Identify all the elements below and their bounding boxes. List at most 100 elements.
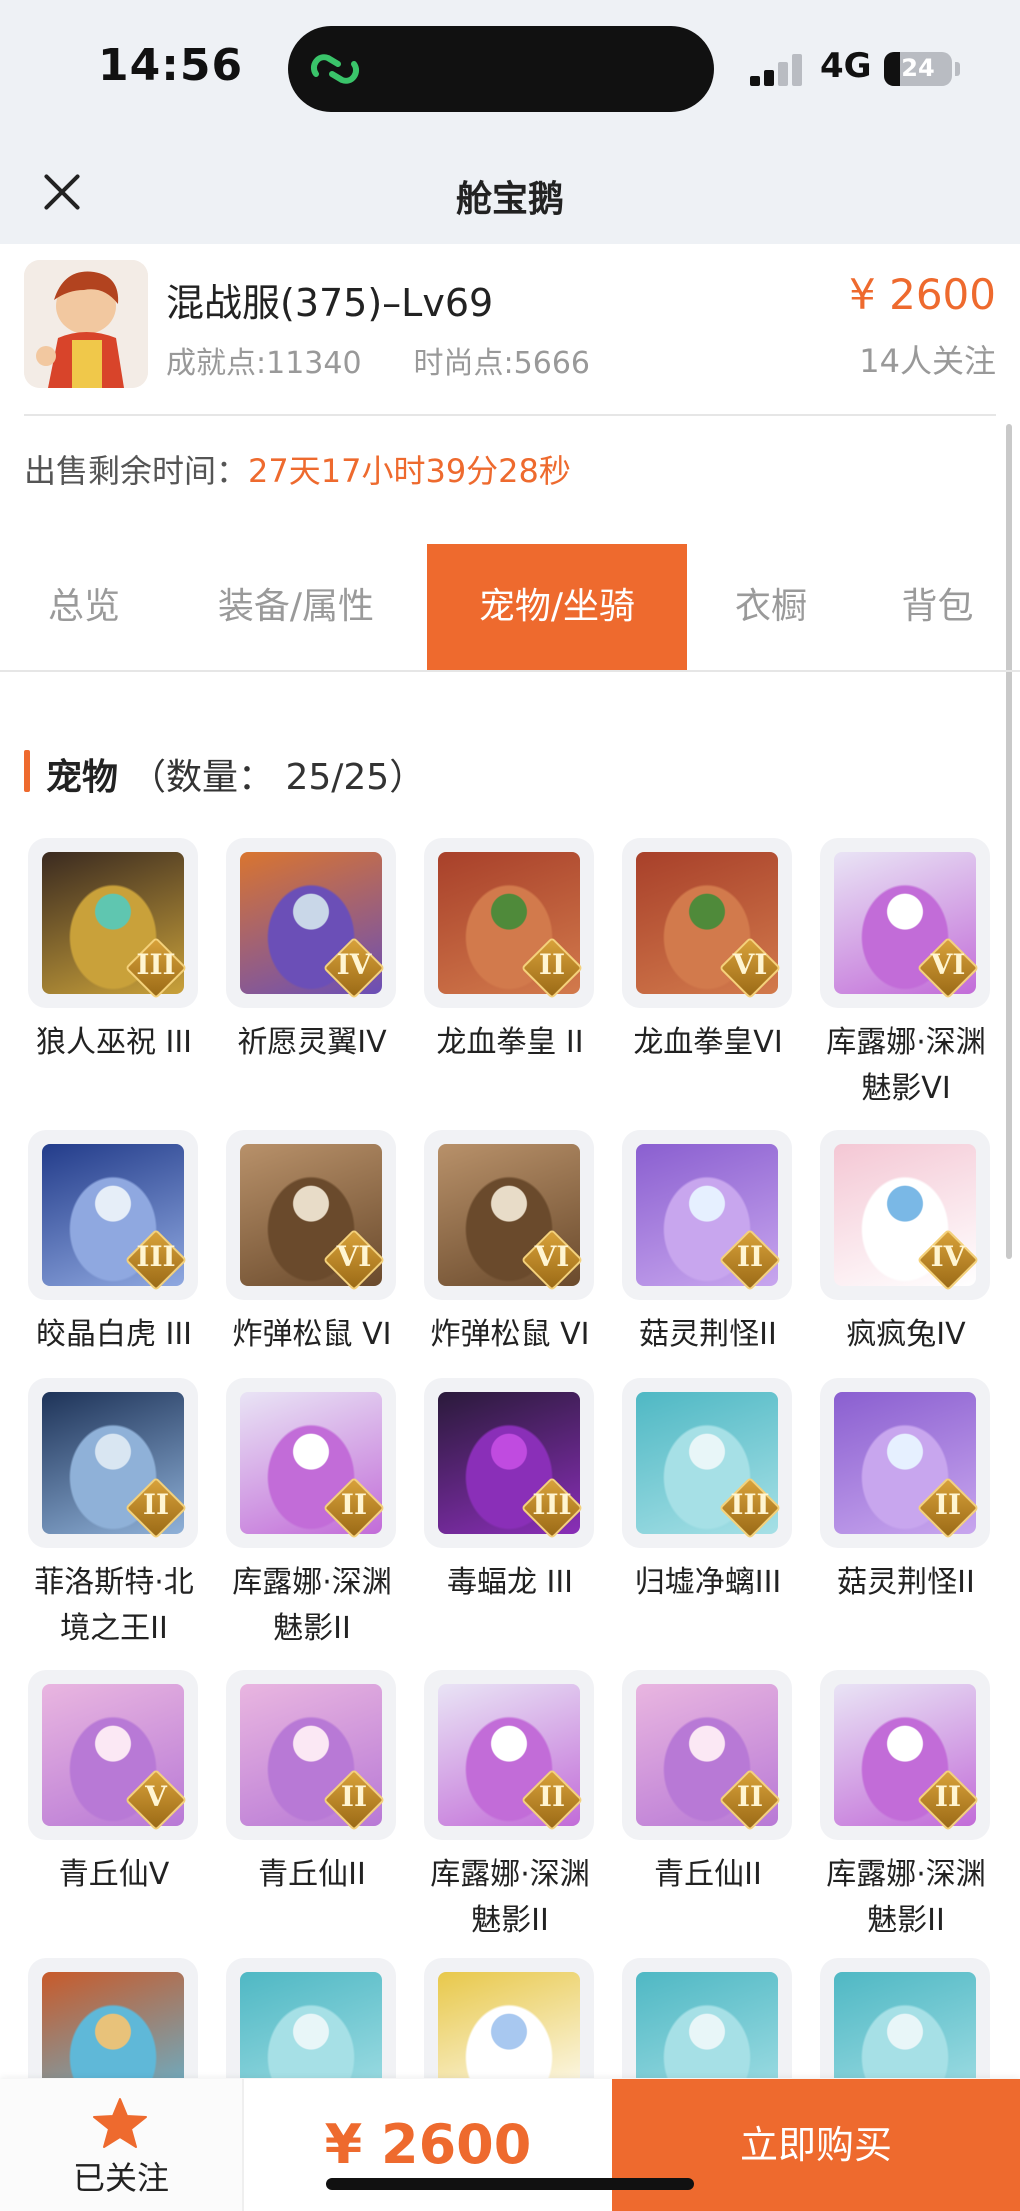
pet-card[interactable]: IV <box>820 1130 990 1300</box>
page-title: 舱宝鹅 <box>455 179 564 220</box>
rank-label: VI <box>534 1240 570 1273</box>
pet-card[interactable] <box>622 1958 792 2078</box>
rank-label: III <box>136 948 176 981</box>
pet-name: 青丘仙II <box>654 1857 762 1892</box>
pet-card[interactable] <box>226 1958 396 2078</box>
pet-card[interactable]: III <box>424 1378 594 1548</box>
pet-name: 狼人巫祝 III <box>35 1025 193 1060</box>
golden-crown-fairy-icon <box>438 1972 580 2078</box>
pet-card[interactable] <box>424 1958 594 2078</box>
sale-remaining-value: 27天17小时39分28秒 <box>248 452 571 490</box>
rank-badge-icon: III <box>718 1476 782 1540</box>
pet-card[interactable]: V <box>28 1670 198 1840</box>
dynamic-island <box>288 26 714 112</box>
pet-card[interactable]: II <box>622 1130 792 1300</box>
pet-name: 青丘仙II <box>258 1857 366 1892</box>
pet-name: 龙血拳皇 II <box>436 1025 584 1060</box>
follower-count: 14人关注 <box>859 342 996 380</box>
buy-now-button[interactable]: 立即购买 <box>612 2079 1020 2211</box>
rank-badge-icon: II <box>520 1768 584 1832</box>
fashion-points: 时尚点:5666 <box>413 346 591 381</box>
stats-line: 成就点:11340 时尚点:5666 <box>166 338 642 382</box>
pet-card[interactable]: II <box>424 838 594 1008</box>
pet-card[interactable]: VI <box>622 838 792 1008</box>
rank-label: VI <box>732 948 768 981</box>
rank-label: VI <box>930 948 966 981</box>
pet-card[interactable]: II <box>622 1670 792 1840</box>
network-type: 4G <box>820 46 872 86</box>
pet-name: 库露娜·深渊魅影II <box>826 1857 986 1938</box>
rank-badge-icon: II <box>718 1228 782 1292</box>
rank-label: II <box>340 1780 368 1813</box>
pet-card[interactable]: III <box>622 1378 792 1548</box>
void-pure-dragon-icon <box>636 1972 778 2078</box>
divider <box>24 414 996 416</box>
rank-label: II <box>142 1488 170 1521</box>
tab-equipment[interactable]: 装备/属性 <box>168 544 424 670</box>
bottom-bar: 已关注 ¥ 2600 立即购买 <box>0 2079 1020 2211</box>
rank-label: II <box>538 1780 566 1813</box>
product-header: 混战服(375)–Lv69 成就点:11340 时尚点:5666 ¥ 2600 1… <box>0 244 1020 416</box>
rank-label: II <box>934 1488 962 1521</box>
pet-card[interactable]: II <box>820 1378 990 1548</box>
section-count: （数量： 25/25） <box>130 757 426 798</box>
pet-card[interactable]: II <box>226 1378 396 1548</box>
sale-remaining-label: 出售剩余时间： <box>24 452 249 490</box>
rank-label: III <box>532 1488 572 1521</box>
rank-badge-icon: VI <box>916 936 980 1000</box>
rank-badge-icon: IV <box>322 936 386 1000</box>
pet-card[interactable]: IV <box>226 838 396 1008</box>
rank-badge-icon: V <box>124 1768 188 1832</box>
server-level: 混战服(375)–Lv69 <box>166 281 494 325</box>
pet-name: 龙血拳皇VI <box>633 1025 783 1060</box>
pet-card[interactable]: II <box>28 1378 198 1548</box>
rank-badge-icon: II <box>520 936 584 1000</box>
tab-overview[interactable]: 总览 <box>0 544 168 670</box>
rank-badge-icon: II <box>916 1476 980 1540</box>
section-title: 宠物 <box>46 757 119 798</box>
pet-card[interactable] <box>28 1958 198 2078</box>
pet-card[interactable]: II <box>424 1670 594 1840</box>
sale-remaining-time: 出售剩余时间：27天17小时39分28秒 <box>24 446 571 492</box>
pet-card[interactable]: II <box>820 1670 990 1840</box>
rank-badge-icon: II <box>124 1476 188 1540</box>
pet-card[interactable]: VI <box>226 1130 396 1300</box>
home-indicator <box>326 2178 694 2190</box>
link-icon <box>310 54 360 84</box>
rank-label: III <box>136 1240 176 1273</box>
pet-name: 炸弹松鼠 VI <box>430 1317 590 1352</box>
rank-label: II <box>934 1780 962 1813</box>
rank-badge-icon: II <box>916 1768 980 1832</box>
nav-header: 舱宝鹅 <box>0 140 1020 244</box>
rank-badge-icon: VI <box>520 1228 584 1292</box>
pet-name: 库露娜·深渊魅影II <box>232 1565 392 1646</box>
pet-card[interactable] <box>820 1958 990 2078</box>
bottom-price: ¥ 2600 <box>324 2113 532 2176</box>
section-accent-bar <box>24 750 30 792</box>
rank-label: II <box>538 948 566 981</box>
pet-grid: III 狼人巫祝 III IV 祈愿灵翼IV II 龙血拳皇 II VI 龙血拳皇VI VI 库露… <box>0 838 1020 2078</box>
tab-bar: 总览 装备/属性 宠物/坐骑 衣橱 背包 <box>0 544 1020 672</box>
signal-icon <box>750 52 806 86</box>
pet-card[interactable]: III <box>28 838 198 1008</box>
pet-card[interactable]: III <box>28 1130 198 1300</box>
pet-card[interactable]: VI <box>424 1130 594 1300</box>
pet-name: 皎晶白虎 III <box>35 1317 193 1352</box>
tab-backpack[interactable]: 背包 <box>855 544 1020 670</box>
status-bar: 14:56 4G 24 <box>0 0 1020 140</box>
follow-button[interactable]: 已关注 <box>0 2079 244 2211</box>
rank-label: III <box>730 1488 770 1521</box>
tab-pets-mounts[interactable]: 宠物/坐骑 <box>427 544 687 670</box>
pet-card[interactable]: II <box>226 1670 396 1840</box>
rank-label: II <box>340 1488 368 1521</box>
battery-percent: 24 <box>901 54 935 82</box>
rank-label: IV <box>336 948 372 981</box>
rank-badge-icon: IV <box>916 1228 980 1292</box>
rank-label: VI <box>336 1240 372 1273</box>
pet-name: 疯疯兔IV <box>846 1317 966 1352</box>
tab-wardrobe[interactable]: 衣橱 <box>687 544 855 670</box>
follow-label: 已关注 <box>72 2159 169 2197</box>
status-time: 14:56 <box>98 40 244 91</box>
pet-card[interactable]: VI <box>820 838 990 1008</box>
pet-name: 菇灵荆怪II <box>837 1565 975 1600</box>
